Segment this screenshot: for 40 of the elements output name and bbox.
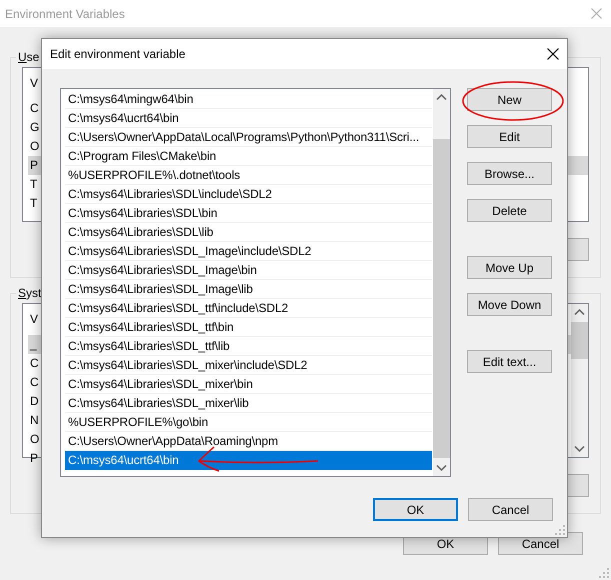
scroll-thumb[interactable] xyxy=(433,139,450,458)
path-list[interactable] xyxy=(60,88,451,477)
path-entry[interactable]: C:\msys64\Libraries\SDL_ttf\lib xyxy=(65,337,432,356)
action-button[interactable]: Move Down xyxy=(467,293,552,316)
path-entry[interactable]: C:\msys64\Libraries\SDL_Image\include\SDL2 xyxy=(65,242,432,261)
path-entry[interactable]: %USERPROFILE%\.dotnet\tools xyxy=(65,166,432,185)
path-entry[interactable]: C:\msys64\Libraries\SDL_mixer\bin xyxy=(65,375,432,394)
path-entry[interactable]: C:\msys64\Libraries\SDL\bin xyxy=(65,204,432,223)
path-entry[interactable]: C:\msys64\Libraries\SDL_ttf\bin xyxy=(65,318,432,337)
path-entry[interactable]: C:\msys64\Libraries\SDL_Image\lib xyxy=(65,280,432,299)
path-entry[interactable]: C:\msys64\Libraries\SDL_Image\bin xyxy=(65,261,432,280)
path-entry[interactable]: C:\msys64\Libraries\SDL\lib xyxy=(65,223,432,242)
group-label: Use xyxy=(16,50,42,64)
action-button[interactable]: Edit text... xyxy=(467,350,552,373)
scrollbar[interactable] xyxy=(433,89,450,476)
action-button[interactable]: New xyxy=(467,88,552,111)
path-entry[interactable]: %USERPROFILE%\go\bin xyxy=(65,413,432,432)
path-entry[interactable]: C:\msys64\ucrt64\bin xyxy=(65,109,432,128)
scroll-thumb[interactable] xyxy=(571,322,588,359)
scrollbar[interactable] xyxy=(571,304,588,457)
action-button[interactable]: Delete xyxy=(467,199,552,222)
path-entry[interactable]: C:\Users\Owner\AppData\Local\Programs\Python\Python311\Scri... xyxy=(65,128,432,147)
path-entry[interactable]: C:\msys64\Libraries\SDL_ttf\include\SDL2 xyxy=(65,299,432,318)
action-button[interactable]: Edit xyxy=(467,125,552,148)
dialog-button[interactable]: OK xyxy=(373,498,458,521)
close-icon[interactable] xyxy=(547,48,559,60)
path-entry[interactable]: C:\msys64\Libraries\SDL_mixer\lib xyxy=(65,394,432,413)
group-label: Syst xyxy=(16,286,44,300)
dialog-title: Edit environment variable xyxy=(50,47,186,61)
path-entry[interactable]: C:\Program Files\CMake\bin xyxy=(65,147,432,166)
dialog-button[interactable]: Cancel xyxy=(468,498,553,521)
resize-grip-icon[interactable] xyxy=(599,568,609,578)
path-entry[interactable]: C:\msys64\mingw64\bin xyxy=(65,90,432,109)
window-title: Environment Variables xyxy=(5,6,125,20)
path-entry[interactable]: C:\msys64\ucrt64\bin xyxy=(65,451,432,470)
action-button[interactable]: Browse... xyxy=(467,162,552,185)
path-entry[interactable]: C:\msys64\Libraries\SDL\include\SDL2 xyxy=(65,185,432,204)
action-button[interactable]: Move Up xyxy=(467,256,552,279)
resize-grip-icon[interactable] xyxy=(555,525,565,535)
path-entry[interactable]: C:\msys64\Libraries\SDL_mixer\include\SDL2 xyxy=(65,356,432,375)
